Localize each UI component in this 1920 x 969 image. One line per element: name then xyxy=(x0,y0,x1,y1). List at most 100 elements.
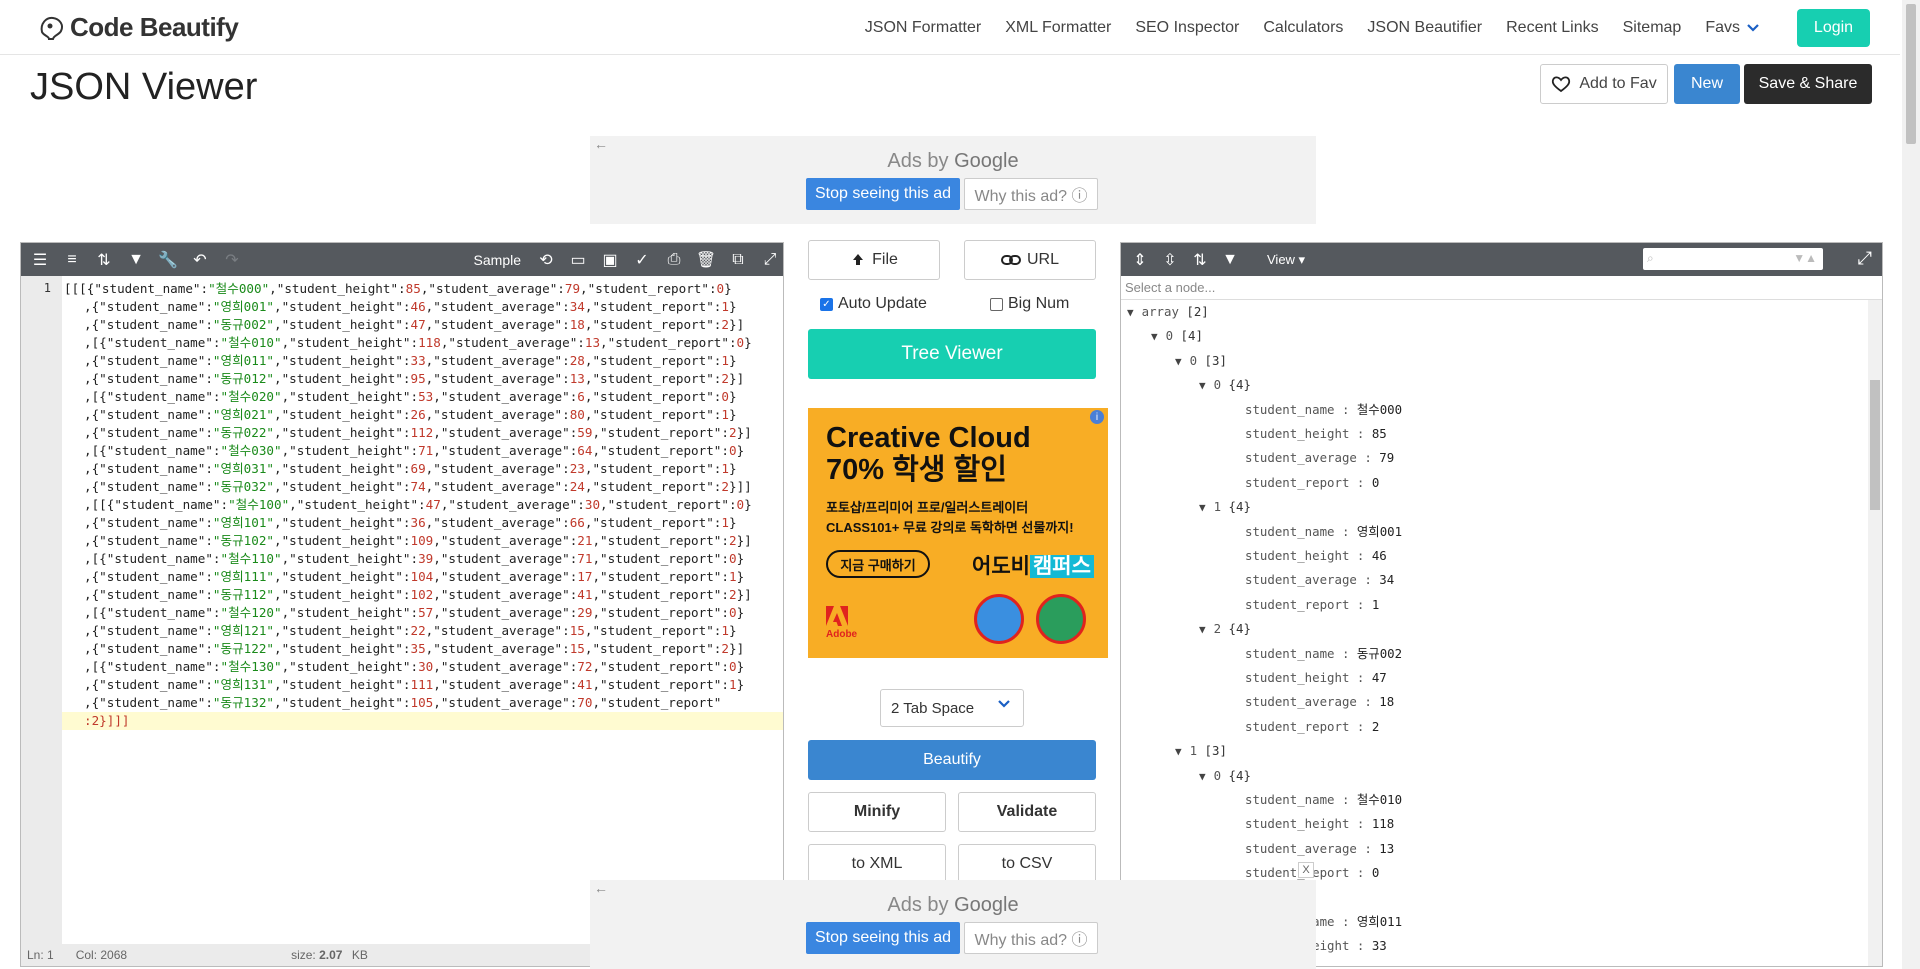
node-breadcrumb[interactable]: Select a node... xyxy=(1121,276,1882,300)
tree-leaf[interactable]: student_name : 영희001 xyxy=(1245,520,1402,544)
copy-icon[interactable]: ⧉ xyxy=(725,247,751,273)
sample-link[interactable]: Sample xyxy=(474,252,521,268)
code-area[interactable]: [[[{"student_name":"철수000","student_heig… xyxy=(62,276,783,944)
format-icon[interactable]: ☰ xyxy=(27,247,53,273)
check-icon[interactable]: ✓ xyxy=(629,247,655,273)
brand-a: 어도비 xyxy=(972,555,1030,578)
tree-node[interactable]: ▼ 2 {4} xyxy=(1199,617,1251,641)
tree-leaf[interactable]: student_report : 2 xyxy=(1245,715,1379,739)
stop-seeing-ad-button[interactable]: Stop seeing this ad xyxy=(806,922,960,954)
tree-leaf[interactable]: student_height : 47 xyxy=(1245,666,1387,690)
expand-triangle-icon[interactable]: ▼ xyxy=(1199,501,1206,514)
beautify-button[interactable]: Beautify xyxy=(808,740,1096,780)
tree-leaf[interactable]: student_report : 1 xyxy=(1245,593,1379,617)
chevron-down-icon xyxy=(1747,23,1759,32)
save-icon[interactable]: ▣ xyxy=(597,247,623,273)
page-scrollbar-thumb[interactable] xyxy=(1906,4,1916,144)
auto-update-checkbox[interactable]: ✓ Auto Update xyxy=(820,295,927,313)
undo-icon[interactable]: ↶ xyxy=(187,247,213,273)
tree-node[interactable]: ▼1 {4} xyxy=(1199,495,1251,519)
collapse-all-icon[interactable]: ⇳ xyxy=(1157,247,1183,273)
ad-choices-icon[interactable]: i xyxy=(1090,410,1104,424)
page-scrollbar[interactable] xyxy=(1902,0,1920,969)
login-button[interactable]: Login xyxy=(1797,9,1870,47)
nav-json-formatter[interactable]: JSON Formatter xyxy=(865,19,981,37)
close-ad-icon[interactable]: X xyxy=(1298,862,1314,878)
history-icon[interactable]: ⟲ xyxy=(533,247,559,273)
nav-recent-links[interactable]: Recent Links xyxy=(1506,19,1599,37)
tree-node[interactable]: ▼ 0 {4} xyxy=(1199,373,1251,397)
creative-cloud-ad[interactable]: Creative Cloud 70% 학생 할인 포토샵/프리미어 프로/일러스… xyxy=(808,408,1108,658)
validate-button[interactable]: Validate xyxy=(958,792,1096,832)
tree-search-input[interactable]: ⌕ ▼▲ xyxy=(1643,248,1823,270)
tab-space-select[interactable]: 2 Tab Space xyxy=(880,689,1024,727)
redo-icon[interactable]: ↷ xyxy=(219,247,245,273)
filter-icon[interactable]: ▼ xyxy=(1217,247,1243,273)
expand-triangle-icon[interactable]: ▼ xyxy=(1151,330,1158,343)
wrench-icon[interactable]: 🔧 xyxy=(155,247,181,273)
filter-icon[interactable]: ▼ xyxy=(123,247,149,273)
why-this-ad-button[interactable]: Why this ad? ⓘ xyxy=(964,922,1098,954)
expand-all-icon[interactable]: ⇕ xyxy=(1127,247,1153,273)
tree-scrollbar-thumb[interactable] xyxy=(1870,380,1880,510)
tree-leaf[interactable]: student_name : 동규002 xyxy=(1245,642,1402,666)
tree-leaf[interactable]: student_name : 철수010 xyxy=(1245,788,1402,812)
expand-triangle-icon[interactable]: ▼ xyxy=(1175,355,1182,368)
site-logo[interactable]: Code Beautify xyxy=(38,12,239,43)
print-icon[interactable]: ⎙ xyxy=(661,247,687,273)
bottom-ad-banner: ← Ads by Google Stop seeing this ad Why … xyxy=(590,880,1316,969)
tree-leaf[interactable]: student_report : 0 xyxy=(1245,471,1379,495)
tree-node[interactable]: ▼ 0 [4] xyxy=(1151,324,1203,348)
tree-leaf[interactable]: student_height : 118 xyxy=(1245,812,1394,836)
code-line: ,{"student_name":"영희021","student_height… xyxy=(84,407,737,422)
folder-icon[interactable]: ▭ xyxy=(565,247,591,273)
sort-icon[interactable]: ⇅ xyxy=(1187,247,1213,273)
tree-node[interactable]: ▼ 1 [3] xyxy=(1175,739,1227,763)
stop-seeing-ad-button[interactable]: Stop seeing this ad xyxy=(806,178,960,210)
nav-xml-formatter[interactable]: XML Formatter xyxy=(1005,19,1111,37)
url-button[interactable]: URL xyxy=(964,240,1096,280)
nav-calculators[interactable]: Calculators xyxy=(1263,19,1343,37)
expand-triangle-icon[interactable]: ▼ xyxy=(1175,745,1182,758)
expand-triangle-icon[interactable]: ▼ xyxy=(1127,306,1134,319)
nav-seo-inspector[interactable]: SEO Inspector xyxy=(1135,19,1239,37)
minify-button[interactable]: Minify xyxy=(808,792,946,832)
trash-icon[interactable]: 🗑 xyxy=(693,247,719,273)
promo-line1: Creative Cloud xyxy=(826,422,1031,454)
tree-leaf[interactable]: student_name : 철수000 xyxy=(1245,398,1402,422)
sort-icon[interactable]: ⇅ xyxy=(91,247,117,273)
to-xml-button[interactable]: to XML xyxy=(808,844,946,884)
tree-leaf[interactable]: student_average : 13 xyxy=(1245,837,1394,861)
save-share-button[interactable]: Save & Share xyxy=(1744,64,1872,104)
tree-node[interactable]: ▼ 0 {4} xyxy=(1199,764,1251,788)
tree-leaf[interactable]: student_height : 46 xyxy=(1245,544,1387,568)
tree-viewer-button[interactable]: Tree Viewer xyxy=(808,329,1096,379)
tree-leaf[interactable]: student_average : 79 xyxy=(1245,446,1394,470)
tree-node[interactable]: ▼ 0 [3] xyxy=(1175,349,1227,373)
search-nav-arrows-icon[interactable]: ▼▲ xyxy=(1793,251,1817,265)
view-dropdown[interactable]: View ▾ xyxy=(1267,252,1305,268)
google-label: Google xyxy=(954,894,1019,916)
fullscreen-icon[interactable]: ⤢ xyxy=(757,247,783,273)
promo-cta-button[interactable]: 지금 구매하기 xyxy=(826,550,930,578)
expand-triangle-icon[interactable]: ▼ xyxy=(1199,379,1206,392)
nav-sitemap[interactable]: Sitemap xyxy=(1623,19,1682,37)
nav-json-beautifier[interactable]: JSON Beautifier xyxy=(1367,19,1482,37)
compact-icon[interactable]: ≡ xyxy=(59,247,85,273)
expand-triangle-icon[interactable]: ▼ xyxy=(1199,770,1206,783)
big-num-checkbox[interactable]: Big Num xyxy=(990,295,1069,313)
expand-triangle-icon[interactable]: ▼ xyxy=(1199,623,1206,636)
to-csv-button[interactable]: to CSV xyxy=(958,844,1096,884)
tree-leaf[interactable]: student_height : 85 xyxy=(1245,422,1387,446)
tree-scrollbar[interactable] xyxy=(1868,300,1882,966)
file-button[interactable]: File xyxy=(808,240,940,280)
tree-leaf[interactable]: student_average : 34 xyxy=(1245,568,1394,592)
tree-node[interactable]: ▼ array [2] xyxy=(1127,300,1209,324)
why-this-ad-button[interactable]: Why this ad? ⓘ xyxy=(964,178,1098,210)
checkbox-checked-icon: ✓ xyxy=(820,297,833,311)
nav-favs[interactable]: Favs xyxy=(1705,19,1760,37)
add-to-fav-button[interactable]: Add to Fav xyxy=(1540,64,1668,104)
tree-leaf[interactable]: student_average : 18 xyxy=(1245,690,1394,714)
fullscreen-icon[interactable]: ⤢ xyxy=(1858,248,1872,269)
new-button[interactable]: New xyxy=(1674,64,1740,104)
